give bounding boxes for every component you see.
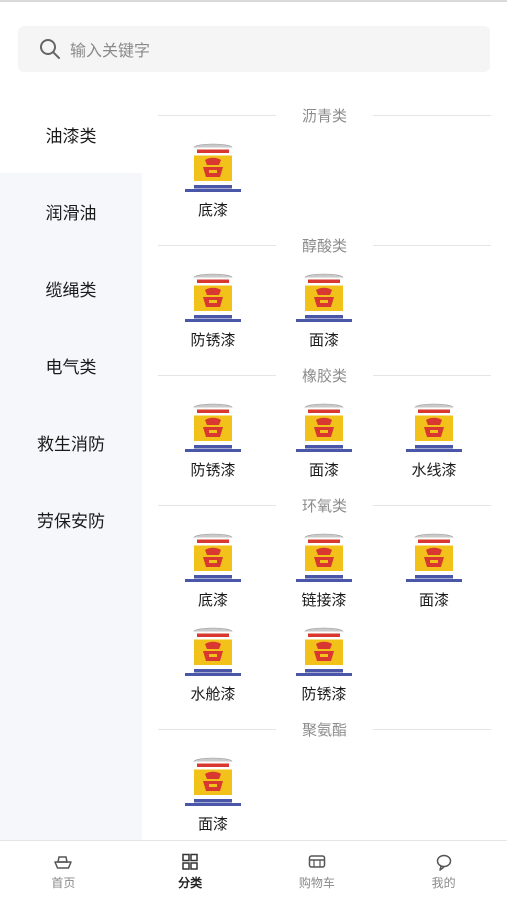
product-item[interactable]: 底漆: [158, 533, 268, 610]
ship-icon: [54, 856, 73, 869]
category-sidebar: 油漆类 润滑油 缆绳类 电气类 救生消防 劳保安防: [0, 96, 142, 840]
sidebar-item-electrical[interactable]: 电气类: [0, 327, 142, 404]
paint-can-image: [185, 627, 241, 677]
product-item[interactable]: 链接漆: [269, 533, 379, 610]
product-name: 面漆: [418, 591, 449, 609]
tab-category[interactable]: 分类: [127, 841, 254, 900]
group-title: 环氧类: [158, 495, 492, 515]
product-name: 防锈漆: [190, 461, 236, 479]
product-item[interactable]: 防锈漆: [158, 273, 268, 350]
sidebar-item-safety[interactable]: 劳保安防: [0, 481, 142, 558]
grid-icon: [182, 853, 198, 870]
sidebar-item-rope[interactable]: 缆绳类: [0, 250, 142, 327]
paint-can-image: [185, 533, 241, 583]
sidebar-item-label: 油漆类: [45, 127, 97, 147]
tab-label: 分类: [178, 876, 203, 890]
paint-can-image: [185, 757, 241, 807]
tab-label: 我的: [431, 876, 456, 890]
top-divider: [0, 0, 507, 2]
sidebar-item-lifesaving[interactable]: 救生消防: [0, 404, 142, 481]
product-name: 防锈漆: [190, 331, 236, 349]
product-name: 面漆: [308, 461, 339, 479]
product-item[interactable]: 面漆: [269, 403, 379, 480]
product-name: 面漆: [308, 331, 339, 349]
product-name: 水舱漆: [190, 685, 236, 703]
product-name: 底漆: [197, 201, 228, 219]
sidebar-item-paint[interactable]: 油漆类: [0, 96, 142, 173]
product-item[interactable]: 防锈漆: [269, 627, 379, 704]
paint-can-image: [406, 403, 462, 453]
tab-cart[interactable]: 购物车: [254, 841, 381, 900]
tab-label: 购物车: [298, 876, 335, 890]
product-name: 防锈漆: [301, 685, 347, 703]
product-item[interactable]: 底漆: [158, 143, 268, 220]
product-item[interactable]: 面漆: [379, 533, 489, 610]
tab-profile[interactable]: 我的: [380, 841, 507, 900]
tab-label: 首页: [51, 876, 76, 890]
bottom-tab-bar: 首页 分类 购物车 我的: [0, 840, 507, 900]
chat-bubble-icon: [436, 854, 451, 871]
product-name: 链接漆: [301, 591, 347, 609]
paint-can-image: [185, 143, 241, 193]
sidebar-item-lubricant[interactable]: 润滑油: [0, 173, 142, 250]
product-item[interactable]: 防锈漆: [158, 403, 268, 480]
product-item[interactable]: 水线漆: [379, 403, 489, 480]
paint-can-image: [185, 403, 241, 453]
search-bar[interactable]: 输入关键字: [18, 26, 490, 72]
group-title: 聚氨酯: [158, 719, 492, 739]
product-name: 面漆: [197, 815, 228, 833]
product-list: 沥青类 底漆 醇酸类 防锈漆 面漆 橡胶类 防锈漆 面漆 水线漆 环氧类 底漆 …: [142, 96, 507, 840]
group-title: 橡胶类: [158, 365, 492, 385]
product-item[interactable]: 面漆: [269, 273, 379, 350]
paint-can-image: [185, 273, 241, 323]
paint-can-image: [406, 533, 462, 583]
group-title: 醇酸类: [158, 235, 492, 255]
paint-can-image: [296, 627, 352, 677]
sidebar-item-label: 劳保安防: [37, 512, 105, 532]
group-title: 沥青类: [158, 105, 492, 125]
cart-icon: [308, 855, 326, 868]
sidebar-item-label: 润滑油: [45, 204, 97, 224]
sidebar-item-label: 救生消防: [37, 435, 105, 455]
paint-can-image: [296, 403, 352, 453]
product-item[interactable]: 面漆: [158, 757, 268, 834]
search-placeholder: 输入关键字: [70, 41, 151, 60]
tab-home[interactable]: 首页: [0, 841, 127, 900]
product-name: 水线漆: [411, 461, 457, 479]
paint-can-image: [296, 533, 352, 583]
product-item[interactable]: 水舱漆: [158, 627, 268, 704]
product-name: 底漆: [197, 591, 228, 609]
sidebar-item-label: 电气类: [45, 358, 97, 378]
paint-can-image: [296, 273, 352, 323]
sidebar-item-label: 缆绳类: [45, 281, 97, 301]
search-icon: [40, 39, 60, 59]
